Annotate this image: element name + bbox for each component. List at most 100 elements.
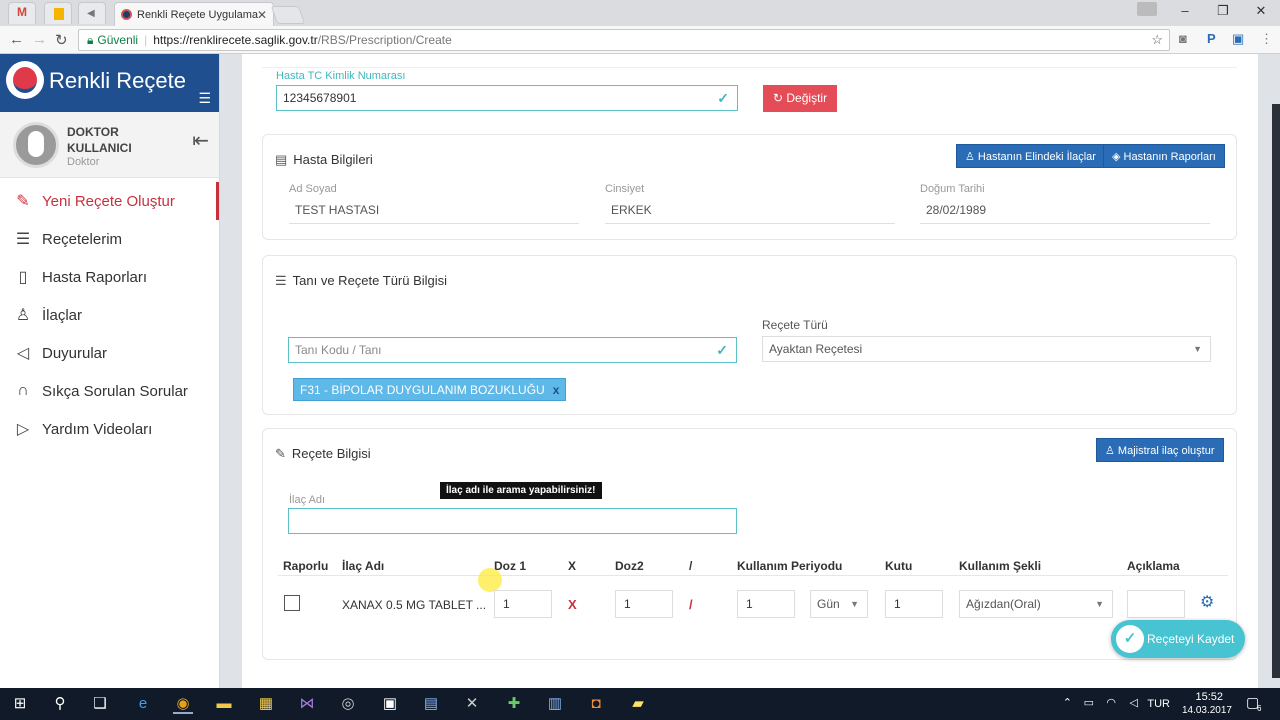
- app-icon[interactable]: ◎: [338, 694, 358, 714]
- wifi-icon[interactable]: ◠: [1106, 696, 1116, 709]
- sidebar-item-announcements[interactable]: ◁ Duyurular: [0, 334, 219, 372]
- majistral-button[interactable]: ♙ Majistral ilaç oluştur: [1096, 438, 1224, 462]
- profile-icon[interactable]: [1137, 2, 1157, 16]
- tray-chevron-icon[interactable]: ⌃: [1063, 696, 1072, 709]
- url-input[interactable]: 🔒︎ Güvenli | https://renklirecete.saglik.go…: [78, 29, 1170, 51]
- forward-icon[interactable]: →: [32, 31, 47, 48]
- url-path: /RBS/Prescription/Create: [317, 33, 452, 47]
- change-button[interactable]: ↻ Değiştir: [763, 85, 838, 112]
- extension-icon[interactable]: ▣: [1232, 31, 1244, 47]
- sidebar-item-label: Sıkça Sorulan Sorular: [42, 382, 188, 400]
- minimize-icon[interactable]: –: [1166, 0, 1204, 24]
- pencil-icon: ✎: [275, 446, 286, 461]
- hamburger-menu-icon[interactable]: ☰: [198, 90, 211, 107]
- taskbar: ⊞ ⚲ ❑ e ◉ ▬ ▦ ⋈ ◎ ▣ ▤ ✕ ✚ ▥ ◘ ▰ ⌃ ▭ ◠ ◁ …: [0, 688, 1280, 720]
- sidebar-item-new-prescription[interactable]: ✎ Yeni Reçete Oluştur: [0, 182, 219, 220]
- user-name-last: KULLANICI: [67, 141, 132, 155]
- prescription-card: ✎ Reçete Bilgisi ♙ Majistral ilaç oluştur: [262, 428, 1237, 660]
- camera-icon[interactable]: ◙: [1179, 31, 1187, 46]
- task-view-icon[interactable]: ❑: [90, 694, 110, 714]
- check-icon: ✓: [717, 90, 729, 106]
- sidebar-item-my-prescriptions[interactable]: ☰ Reçetelerim: [0, 220, 219, 258]
- address-bar: ← → ↻ 🔒︎ Güvenli | https://renklirecete.sag…: [0, 26, 1280, 54]
- visual-studio-icon[interactable]: ⋈: [297, 694, 317, 714]
- check-icon: ✓: [716, 342, 728, 358]
- notification-count: 6: [1257, 704, 1262, 713]
- period-unit-select[interactable]: Gün ▼: [810, 590, 868, 618]
- user-role: Doktor: [67, 156, 100, 168]
- sidebar-item-faq[interactable]: ∩ Sıkça Sorulan Sorular: [0, 372, 219, 410]
- window-controls: – ❐ ✕: [1166, 0, 1280, 24]
- tab-renkli-recete[interactable]: Renkli Reçete Uygulama ✕: [114, 2, 274, 26]
- remove-tag-icon[interactable]: x: [553, 383, 560, 397]
- windows-start-icon[interactable]: ⊞: [10, 694, 30, 714]
- muted-tab[interactable]: ◀: [78, 2, 106, 24]
- recete-type-select[interactable]: Ayaktan Reçetesi ▼: [762, 336, 1211, 362]
- clock-date: 14.03.2017: [1181, 705, 1232, 716]
- store-icon[interactable]: ▣: [380, 694, 400, 714]
- extension-p-icon[interactable]: P: [1207, 31, 1216, 46]
- pharmacist-icon: ♙: [15, 307, 31, 324]
- sidebar-item-label: İlaçlar: [42, 306, 83, 324]
- app-icon[interactable]: ▥: [545, 694, 565, 714]
- close-window-icon[interactable]: ✕: [1242, 0, 1280, 24]
- patient-id-label: Hasta TC Kimlik Numarası: [276, 70, 406, 82]
- speaker-icon: ◁: [16, 345, 30, 362]
- save-label: Reçeteyi Kaydet: [1147, 632, 1235, 646]
- new-tab-button[interactable]: [270, 6, 306, 24]
- main-content: Hasta TC Kimlik Numarası 12345678901 ✓ ↻…: [242, 54, 1258, 688]
- raporlu-checkbox[interactable]: [284, 595, 300, 611]
- patient-drugs-button[interactable]: ♙ Hastanın Elindeki İlaçlar: [956, 144, 1105, 168]
- period-input[interactable]: 1: [737, 590, 795, 618]
- dose1-input[interactable]: 1: [494, 590, 552, 618]
- scrollbar[interactable]: [1272, 104, 1280, 678]
- note-input[interactable]: [1127, 590, 1185, 618]
- app-icon[interactable]: ▤: [421, 694, 441, 714]
- volume-icon[interactable]: ◁: [1130, 696, 1138, 709]
- row-slash: /: [689, 597, 693, 612]
- sidebar-item-patient-reports[interactable]: ▯ Hasta Raporları: [0, 258, 219, 296]
- chrome-icon[interactable]: ◉: [173, 694, 193, 714]
- drug-search-input[interactable]: [288, 508, 737, 534]
- tools-icon[interactable]: ✕: [462, 694, 482, 714]
- back-icon[interactable]: ←: [9, 31, 24, 48]
- sidebar-item-help-videos[interactable]: ▷ Yardım Videoları: [0, 410, 219, 448]
- patient-reports-button[interactable]: ◈ Hastanın Raporları: [1103, 144, 1225, 168]
- header-drug-name: İlaç Adı: [342, 559, 385, 573]
- gmail-tab[interactable]: M: [8, 2, 36, 24]
- cursor-highlight: [478, 568, 502, 592]
- birth-value: 28/02/1989: [920, 199, 1210, 224]
- site-favicon-icon: [121, 9, 132, 20]
- file-explorer-icon[interactable]: ▬: [214, 694, 234, 714]
- close-tab-icon[interactable]: ✕: [257, 8, 267, 22]
- edge-icon[interactable]: e: [133, 694, 153, 714]
- bookmark-star-icon[interactable]: ☆: [1151, 30, 1163, 50]
- list-icon: ☰: [15, 231, 31, 248]
- battery-icon[interactable]: ▭: [1084, 696, 1094, 709]
- list-icon: ☰: [275, 273, 287, 288]
- maximize-icon[interactable]: ❐: [1204, 0, 1242, 24]
- app-icon[interactable]: ▦: [256, 694, 276, 714]
- sticky-notes-icon[interactable]: ▰: [628, 694, 648, 714]
- box-input[interactable]: 1: [885, 590, 943, 618]
- diagnosis-tag-label: F31 - BİPOLAR DUYGULANIM BOZUKLUĞU: [300, 383, 545, 397]
- app-icon[interactable]: ◘: [586, 694, 606, 714]
- app-icon[interactable]: ✚: [504, 694, 524, 714]
- sidebar-item-drugs[interactable]: ♙ İlaçlar: [0, 296, 219, 334]
- sidebar: Renkli Reçete ☰ DOKTOR KULLANICI Doktor …: [0, 54, 220, 688]
- patient-id-input[interactable]: 12345678901 ✓: [276, 85, 738, 111]
- usage-select[interactable]: Ağızdan(Oral) ▼: [959, 590, 1113, 618]
- slides-icon: [54, 8, 64, 20]
- input-language[interactable]: TUR: [1147, 698, 1170, 710]
- chrome-menu-icon[interactable]: ⋮: [1260, 31, 1273, 47]
- logout-icon[interactable]: ⇤: [192, 128, 209, 153]
- diagnosis-search-input[interactable]: Tanı Kodu / Tanı ✓: [288, 337, 737, 363]
- dose2-input[interactable]: 1: [615, 590, 673, 618]
- pinned-tab[interactable]: [44, 2, 72, 24]
- reload-icon[interactable]: ↻: [55, 31, 68, 49]
- search-icon[interactable]: ⚲: [50, 694, 70, 714]
- gear-icon[interactable]: ⚙: [1200, 592, 1214, 612]
- patient-id-value: 12345678901: [283, 91, 357, 105]
- change-button-label: Değiştir: [786, 91, 828, 105]
- save-prescription-button[interactable]: ✓ Reçeteyi Kaydet: [1111, 620, 1245, 658]
